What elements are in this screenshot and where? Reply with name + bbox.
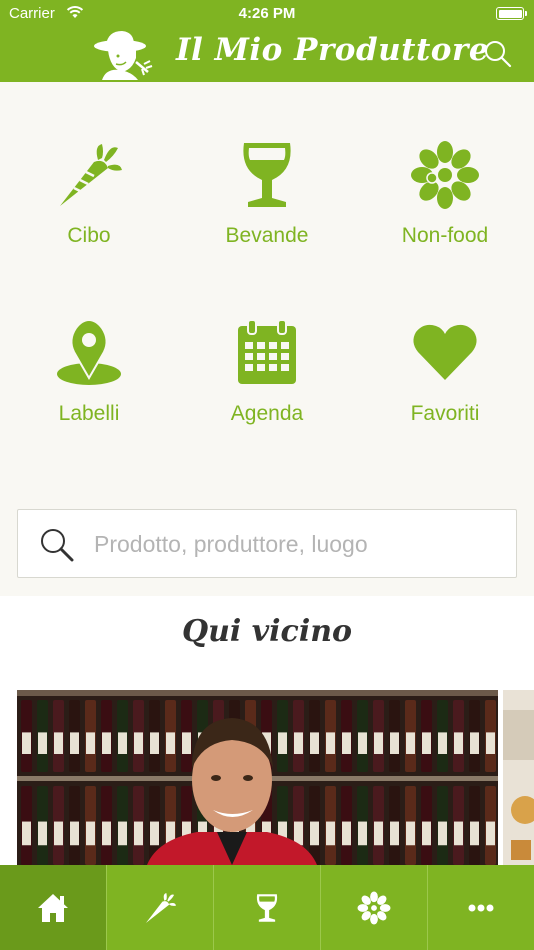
category-label: Favoriti	[410, 402, 480, 425]
tab-drinks[interactable]	[214, 865, 321, 950]
carrot-icon	[145, 892, 177, 923]
home-icon	[38, 893, 68, 922]
tab-food[interactable]	[107, 865, 214, 950]
tab-bar	[0, 865, 534, 950]
app-title: Il Mio Produttore	[176, 32, 490, 68]
more-icon	[468, 904, 494, 911]
status-bar: Carrier 4:26 PM	[0, 0, 534, 28]
category-bevande[interactable]: Bevande	[178, 140, 356, 248]
search-icon	[41, 529, 74, 562]
category-labelli[interactable]: Labelli	[0, 318, 178, 426]
category-agenda[interactable]: Agenda	[178, 318, 356, 426]
category-favoriti[interactable]: Favoriti	[356, 318, 534, 426]
next-producer-card[interactable]	[503, 690, 534, 865]
producer-photo	[503, 690, 534, 865]
carrot-icon	[60, 144, 122, 206]
producer-photo	[17, 690, 498, 865]
map-pin-icon	[57, 318, 121, 385]
tab-nonfood[interactable]	[321, 865, 428, 950]
farmer-logo-icon	[94, 31, 153, 80]
nearby-producer-card[interactable]	[17, 690, 498, 865]
section-title: Qui vicino	[181, 614, 353, 649]
category-label: Labelli	[58, 402, 120, 425]
tab-home[interactable]	[0, 865, 107, 950]
wine-glass-icon	[243, 143, 291, 207]
calendar-icon	[238, 319, 296, 384]
search-field[interactable]	[17, 509, 517, 578]
app-header: Carrier 4:26 PM Il Mio Produttore	[0, 0, 534, 82]
category-nonfood[interactable]: Non-food	[356, 140, 534, 248]
category-label: Agenda	[230, 402, 304, 425]
heart-icon	[413, 324, 477, 380]
category-label: Non-food	[401, 224, 489, 247]
search-input[interactable]	[94, 524, 494, 564]
category-label: Cibo	[67, 224, 111, 247]
flower-icon	[357, 890, 391, 925]
search-icon[interactable]	[484, 40, 512, 68]
category-label: Bevande	[225, 224, 309, 247]
tab-more[interactable]	[428, 865, 534, 950]
wine-glass-icon	[256, 893, 278, 922]
flower-icon	[411, 141, 479, 209]
clock: 4:26 PM	[238, 5, 296, 22]
battery-icon	[496, 7, 527, 20]
category-cibo[interactable]: Cibo	[0, 140, 178, 248]
